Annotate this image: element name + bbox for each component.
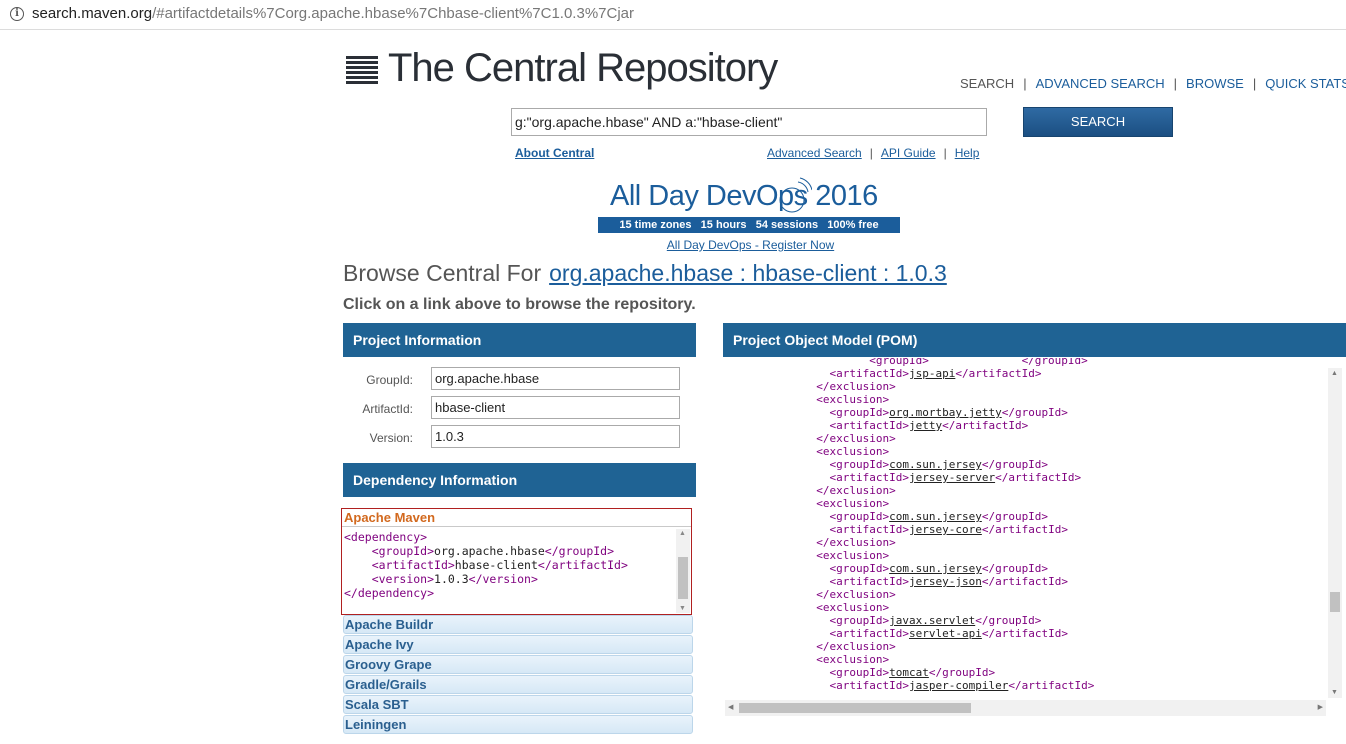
browse-hint: Click on a link above to browse the repo… [343, 296, 696, 313]
search-sublinks: Advanced Search | API Guide | Help [767, 146, 980, 160]
tab-gradle-grails[interactable]: Gradle/Grails [343, 675, 693, 694]
browse-heading: Browse Central For org.apache.hbase : hba… [343, 260, 947, 287]
scroll-down-icon[interactable]: ▼ [679, 605, 686, 612]
pom-viewer[interactable]: <groupId> </groupId> <artifactId>jsp-api… [723, 358, 1346, 718]
nav-search[interactable]: SEARCH [960, 76, 1014, 91]
tab-apache-buildr[interactable]: Apache Buildr [343, 615, 693, 634]
help-link[interactable]: Help [955, 146, 980, 160]
url-path: /#artifactdetails%7Corg.apache.hbase%7Ch… [152, 5, 635, 22]
browser-address-bar[interactable]: i search.maven.org/#artifactdetails%7Cor… [0, 0, 1346, 30]
scroll-left-icon[interactable]: ◀ [728, 703, 733, 711]
scrollbar-thumb[interactable] [1330, 592, 1340, 612]
artifactid-field[interactable]: hbase-client [431, 396, 680, 419]
scrollbar-thumb[interactable] [678, 557, 688, 599]
advanced-search-link[interactable]: Advanced Search [767, 146, 862, 160]
groupid-field[interactable]: org.apache.hbase [431, 367, 680, 390]
banner-register-link[interactable]: All Day DevOps - Register Now [598, 238, 903, 252]
banner-title: All Day DevOps 2016 [610, 180, 878, 212]
top-nav: SEARCH | ADVANCED SEARCH | BROWSE | QUICK STAT… [960, 76, 1346, 91]
banner-strip: 15 time zones 15 hours 54 sessions 100% … [598, 217, 900, 233]
scroll-down-icon[interactable]: ▼ [1331, 689, 1338, 696]
pom-vertical-scrollbar[interactable]: ▲ ▼ [1328, 368, 1342, 698]
api-guide-link[interactable]: API Guide [881, 146, 936, 160]
url-host: search.maven.org [32, 5, 153, 22]
nav-browse[interactable]: BROWSE [1186, 76, 1244, 91]
version-field[interactable]: 1.0.3 [431, 425, 680, 448]
tab-groovy-grape[interactable]: Groovy Grape [343, 655, 693, 674]
dependency-snippet[interactable]: <dependency> <groupId>org.apache.hbase</… [344, 530, 628, 600]
logo-bars-icon [346, 56, 378, 84]
tab-apache-maven[interactable]: Apache Maven [342, 509, 691, 527]
info-icon[interactable]: i [10, 7, 24, 21]
search-input[interactable] [511, 108, 987, 136]
project-info-heading: Project Information [343, 323, 696, 357]
site-title: The Central Repository [388, 46, 778, 90]
pom-horizontal-scrollbar[interactable]: ◀ ▶ [725, 700, 1326, 716]
tab-leiningen[interactable]: Leiningen [343, 715, 693, 734]
url-text[interactable]: search.maven.org/#artifactdetails%7Corg.… [32, 5, 634, 22]
signal-icon [779, 177, 812, 213]
nav-advanced-search[interactable]: ADVANCED SEARCH [1036, 76, 1165, 91]
artifactid-label: ArtifactId: [362, 402, 413, 416]
groupid-label: GroupId: [366, 373, 413, 387]
tab-scala-sbt[interactable]: Scala SBT [343, 695, 693, 714]
search-button[interactable]: SEARCH [1023, 107, 1173, 137]
scrollbar-thumb[interactable] [739, 703, 971, 713]
maven-dependency-box[interactable]: Apache Maven <dependency> <groupId>org.a… [341, 508, 692, 615]
about-central-link[interactable]: About Central [515, 146, 594, 160]
snippet-scrollbar[interactable]: ▲ ▼ [676, 529, 690, 613]
scroll-right-icon[interactable]: ▶ [1318, 703, 1323, 711]
version-label: Version: [369, 431, 413, 445]
pom-xml[interactable]: <groupId> </groupId> <artifactId>jsp-api… [803, 358, 1094, 692]
scroll-up-icon[interactable]: ▲ [1331, 370, 1338, 377]
nav-quick-stats[interactable]: QUICK STATS [1265, 76, 1346, 91]
browse-prefix: Browse Central For [343, 260, 542, 286]
promo-banner[interactable]: All Day DevOps 2016 15 time zones 15 hou… [598, 176, 900, 234]
pom-heading: Project Object Model (POM) [723, 323, 1346, 357]
tab-apache-ivy[interactable]: Apache Ivy [343, 635, 693, 654]
artifact-coordinate-link[interactable]: org.apache.hbase : hbase-client : 1.0.3 [549, 260, 947, 286]
dependency-info-heading: Dependency Information [343, 463, 696, 497]
scroll-up-icon[interactable]: ▲ [679, 530, 686, 537]
